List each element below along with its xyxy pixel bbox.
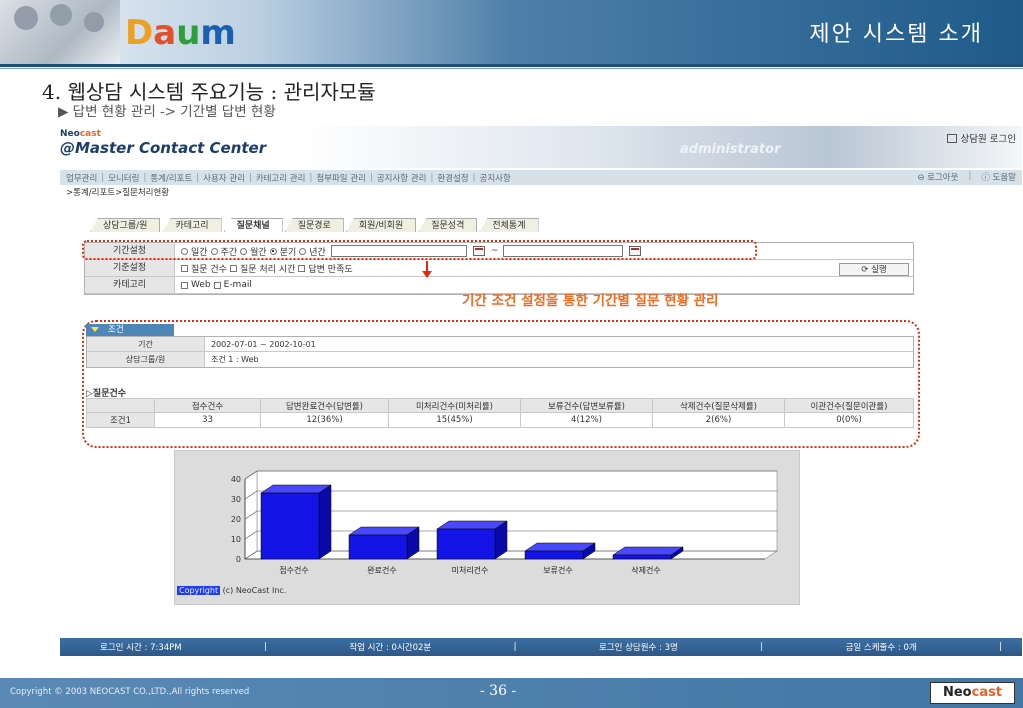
category-checkbox-email[interactable] [213,281,221,289]
brand-neocast: Neocast [60,129,101,139]
conditions-table: 기간 2002-07-01 ~ 2002-10-01 상담그룹/원 조건 1 :… [86,336,914,368]
brand-title: @Master Contact Center [60,139,267,157]
tab-member[interactable]: 회원/비회원 [345,218,417,232]
x-tick-label: 보류건수 [543,565,572,575]
tab-channel[interactable]: 질문채널 [223,218,283,232]
tab-nature[interactable]: 질문성격 [418,218,478,232]
menu-item[interactable]: 환경설정 [437,172,468,184]
admin-label: administrator [680,142,781,157]
run-button[interactable]: ⟳ 실행 [839,263,909,276]
status-counselors: 로그인 상담원수 : 3명 [598,643,678,653]
table-cell: 4(12%) [520,412,653,428]
x-tick-label: 완료건수 [367,565,396,575]
menu-item[interactable]: 사용자 관리 [203,172,245,184]
tab-total[interactable]: 전체통계 [479,218,539,232]
table-header: 이관건수(질문이관률) [784,398,914,413]
page-number: - 36 - [480,683,517,699]
expand-icon [91,327,99,332]
neocast-logo: Neocast [930,682,1015,704]
slide-header: Daum 제안 시스템 소개 [0,0,1023,64]
x-tick-label: 삭제건수 [631,565,660,575]
bar [612,554,672,560]
table-header: 미처리건수(미처리률) [388,398,521,413]
condition-value: 조건 1 : Web [211,355,259,364]
daum-logo: Daum [125,13,236,53]
menu-item[interactable]: 통계/리포트 [150,172,192,184]
y-tick-label: 10 [231,535,241,544]
table-cell: 33 [154,412,261,428]
counselor-login-button[interactable]: 상담원 로그인 [946,131,1016,145]
table-cell: 15(45%) [388,412,521,428]
category-label: 카테고리 [85,277,175,293]
header-rule [0,64,1023,67]
y-tick-label: 0 [236,555,241,564]
chart-panel: 0 10 20 30 40 접수건수 완료건수 미처리건수 보류건수 삭제건수 Copyright… [174,450,800,605]
status-login-time: 로그인 시간 : 7:34PM [100,643,182,653]
menu-item[interactable]: 모니터링 [108,172,139,184]
annotation-arrow [422,261,432,278]
annotation-text: 기간 조건 설정을 통한 기간별 질문 현황 관리 [462,293,719,309]
criteria-checkbox-satisfaction[interactable] [298,264,306,272]
tab-route[interactable]: 질문경로 [284,218,344,232]
header-photo [0,0,120,64]
table-header: 접수건수 [154,398,261,413]
condition-label: 기간 [87,337,205,351]
app-header: Neocast @Master Contact Center administr… [60,126,1022,168]
status-work-time: 작업 시간 : 0시간02분 [349,643,432,653]
bar [260,492,320,560]
menu-item[interactable]: 첨부파일 관리 [316,172,366,184]
x-tick-label: 미처리건수 [452,565,489,575]
slide-footer: Copyright © 2003 NEOCAST CO.,LTD.,All ri… [0,678,1023,708]
app-window: Neocast @Master Contact Center administr… [60,126,1022,656]
help-link[interactable]: ⓘ 도움말 [981,171,1016,183]
table-row: 조건1 33 12(36%) 15(45%) 4(12%) 2(6%) 0(0%… [86,412,914,428]
breadcrumb: >통계/리포트>질문처리현황 [66,188,170,198]
criteria-label: 기준설정 [85,260,175,276]
bar [348,534,408,560]
tab-category[interactable]: 카테고리 [162,218,222,232]
bar-side [318,484,332,560]
criteria-checkbox-time[interactable] [229,264,237,272]
criteria-checkbox-count[interactable] [181,264,188,272]
table-cell: 12(36%) [260,412,389,428]
status-bar: 로그인 시간 : 7:34PM | 작업 시간 : 0시간02분 | 로그인 상… [60,638,1022,656]
slide-subheading: ▶ 답변 현황 관리 -> 기간별 답변 현황 [58,104,276,120]
table-cell: 0(0%) [784,412,914,428]
footer-copyright: Copyright © 2003 NEOCAST CO.,LTD.,All ri… [10,687,250,697]
bar [436,528,496,560]
header-rule-thin [0,68,1023,69]
condition-value: 2002-07-01 ~ 2002-10-01 [211,340,316,349]
table-header: 답변완료건수(답변률) [260,398,389,413]
chart-copyright: Copyright (c) NeoCast Inc. [177,586,287,595]
table-cell: 2(6%) [652,412,785,428]
condition-label: 상담그룹/원 [87,352,205,367]
period-highlight [82,240,757,260]
logout-link[interactable]: ⊖ 로그아웃 [917,171,958,183]
report-tabs: 상담그룹/원 카테고리 질문채널 질문경로 회원/비회원 질문성격 전체통계 [90,218,541,232]
y-tick-label: 20 [231,515,241,524]
table-header: 보류건수(답변보류률) [520,398,653,413]
menu-item[interactable]: 공지사항 관리 [377,172,427,184]
bar [524,550,584,560]
login-icon [946,133,957,143]
y-tick-label: 30 [231,495,241,504]
table-header: 삭제건수(질문삭제률) [652,398,785,413]
table-header [86,398,155,413]
y-tick-label: 40 [231,475,241,484]
table-cell: 조건1 [86,412,155,428]
menu-item[interactable]: 공지사항 [480,172,511,184]
tab-group[interactable]: 상담그룹/원 [90,218,161,232]
x-tick-label: 접수건수 [279,565,308,575]
bar-chart: 0 10 20 30 40 접수건수 완료건수 미처리건수 보류건수 삭제건수 [231,470,778,575]
menu-item[interactable]: 카테고리 관리 [256,172,306,184]
question-count-table: 접수건수 답변완료건수(답변률) 미처리건수(미처리률) 보류건수(답변보류률)… [86,398,914,428]
menu-item[interactable]: 업무관리 [66,172,97,184]
category-checkbox-web[interactable] [181,281,188,289]
status-schedule: 금일 스케줄수 : 0개 [845,643,917,653]
slide-title: 제안 시스템 소개 [809,22,983,47]
conditions-header[interactable]: 조건 [86,324,174,336]
main-menu: 업무관리 | 모니터링 | 통계/리포트 | 사용자 관리 | 카테고리 관리 | 첨부파… [60,170,1022,185]
